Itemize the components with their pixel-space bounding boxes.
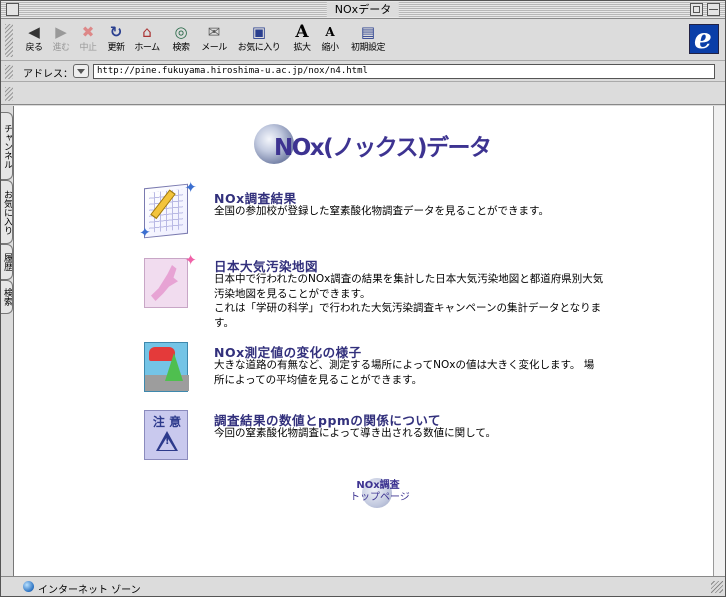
search-icon: ◎ [174,23,188,41]
internet-zone-icon [23,581,34,592]
address-input[interactable]: http://pine.fukuyama.hiroshima-u.ac.jp/n… [93,64,715,79]
mail-button[interactable]: ✉ メール [197,23,231,59]
favorites-button[interactable]: ▣ お気に入り [235,23,283,59]
forward-arrow-icon: ▶ [55,23,67,41]
ie-logo-icon: e [689,22,719,55]
explorer-side-tabs: チャンネル お気に入り 履歴 検索 [1,106,13,576]
warning-icon[interactable]: 注 意 ! [144,410,188,460]
status-text: インターネット ゾーン [38,585,141,596]
refresh-button[interactable]: ↻ 更新 [99,23,133,59]
japan-map-icon[interactable]: ✦ [144,251,197,308]
window-title: NOxデータ [326,2,400,17]
mail-icon: ✉ [207,23,221,41]
address-label: アドレス： [23,69,73,80]
side-tab-search[interactable]: 検索 [1,280,13,314]
text-smaller-button[interactable]: A 縮小 [313,23,347,59]
page-content: NOx(ノックス)データ ✦ ✦ NOx調査結果 全国の参加校が登録した窒素酸化物… [13,106,713,576]
collapse-box[interactable] [707,3,720,16]
text-larger-icon: A [295,22,309,42]
vertical-scrollbar[interactable] [713,106,725,576]
close-box[interactable] [6,3,19,16]
text-smaller-icon: A [325,25,335,39]
status-bar: インターネット ゾーン [1,576,725,596]
page-heading: NOx(ノックス)データ [254,122,494,166]
survey-sheet-icon[interactable]: ✦ ✦ [139,178,197,242]
home-button[interactable]: ⌂ ホーム [130,23,164,59]
side-tab-channels[interactable]: チャンネル [1,112,13,180]
page-title: NOx(ノックス)データ [274,135,492,161]
address-dropdown[interactable] [73,64,89,78]
back-arrow-icon: ◀ [28,23,40,41]
side-tab-history[interactable]: 履歴 [1,244,13,280]
preferences-icon: ▤ [360,23,376,41]
resize-handle[interactable] [711,581,723,593]
desc-value-changes: 大きな道路の有無など、測定する場所によってNOxの値は大きく変化します。 場所に… [214,359,595,386]
zoom-box[interactable] [690,3,703,16]
item-pollution-map: ✦ 日本大気汚染地図 日本中で行われたのNOx調査の結果を集計した日本大気汚染地… [144,251,604,336]
preferences-button[interactable]: ▤ 初期設定 [346,23,390,59]
links-grip[interactable] [5,87,13,101]
address-grip[interactable] [5,65,13,79]
item-nox-results: ✦ ✦ NOx調査結果 全国の参加校が登録した窒素酸化物調査データを見ることができ… [139,178,604,244]
item-value-changes: NOx測定値の変化の様子 大きな道路の有無など、測定する場所によってNOxの値は… [144,342,604,398]
toolbar: ◀ 戻る ▶ 進む ✖ 中止 ↻ 更新 ⌂ ホーム ◎ 検索 ✉ メール ▣ お [1,20,725,61]
browser-window: NOxデータ ◀ 戻る ▶ 進む ✖ 中止 ↻ 更新 ⌂ ホーム ◎ 検索 ✉ … [0,0,726,597]
home-icon: ⌂ [142,23,152,41]
car-tree-icon[interactable] [144,342,189,392]
top-page-link[interactable]: NOx調査 トップページ [350,478,410,510]
desc-pollution-map: 日本中で行われたのNOx調査の結果を集計した日本大気汚染地図と都道府県別大気汚染… [214,273,604,329]
side-tab-favorites[interactable]: お気に入り [1,180,13,244]
links-bar [1,83,725,105]
desc-nox-results: 全国の参加校が登録した窒素酸化物調査データを見ることができます。 [214,205,549,217]
address-bar: アドレス： http://pine.fukuyama.hiroshima-u.a… [1,62,725,82]
stop-icon: ✖ [81,23,95,41]
title-bar[interactable]: NOxデータ [1,1,725,19]
favorites-icon: ▣ [251,23,267,41]
toolbar-grip[interactable] [5,24,13,57]
search-button[interactable]: ◎ 検索 [164,23,198,59]
desc-ppm-relation: 今回の窒素酸化物調査によって導き出される数値に関して。 [214,427,497,439]
item-ppm-relation: 注 意 ! 調査結果の数値とppmの関係について 今回の窒素酸化物調査によって導… [144,410,604,466]
refresh-icon: ↻ [109,23,123,41]
